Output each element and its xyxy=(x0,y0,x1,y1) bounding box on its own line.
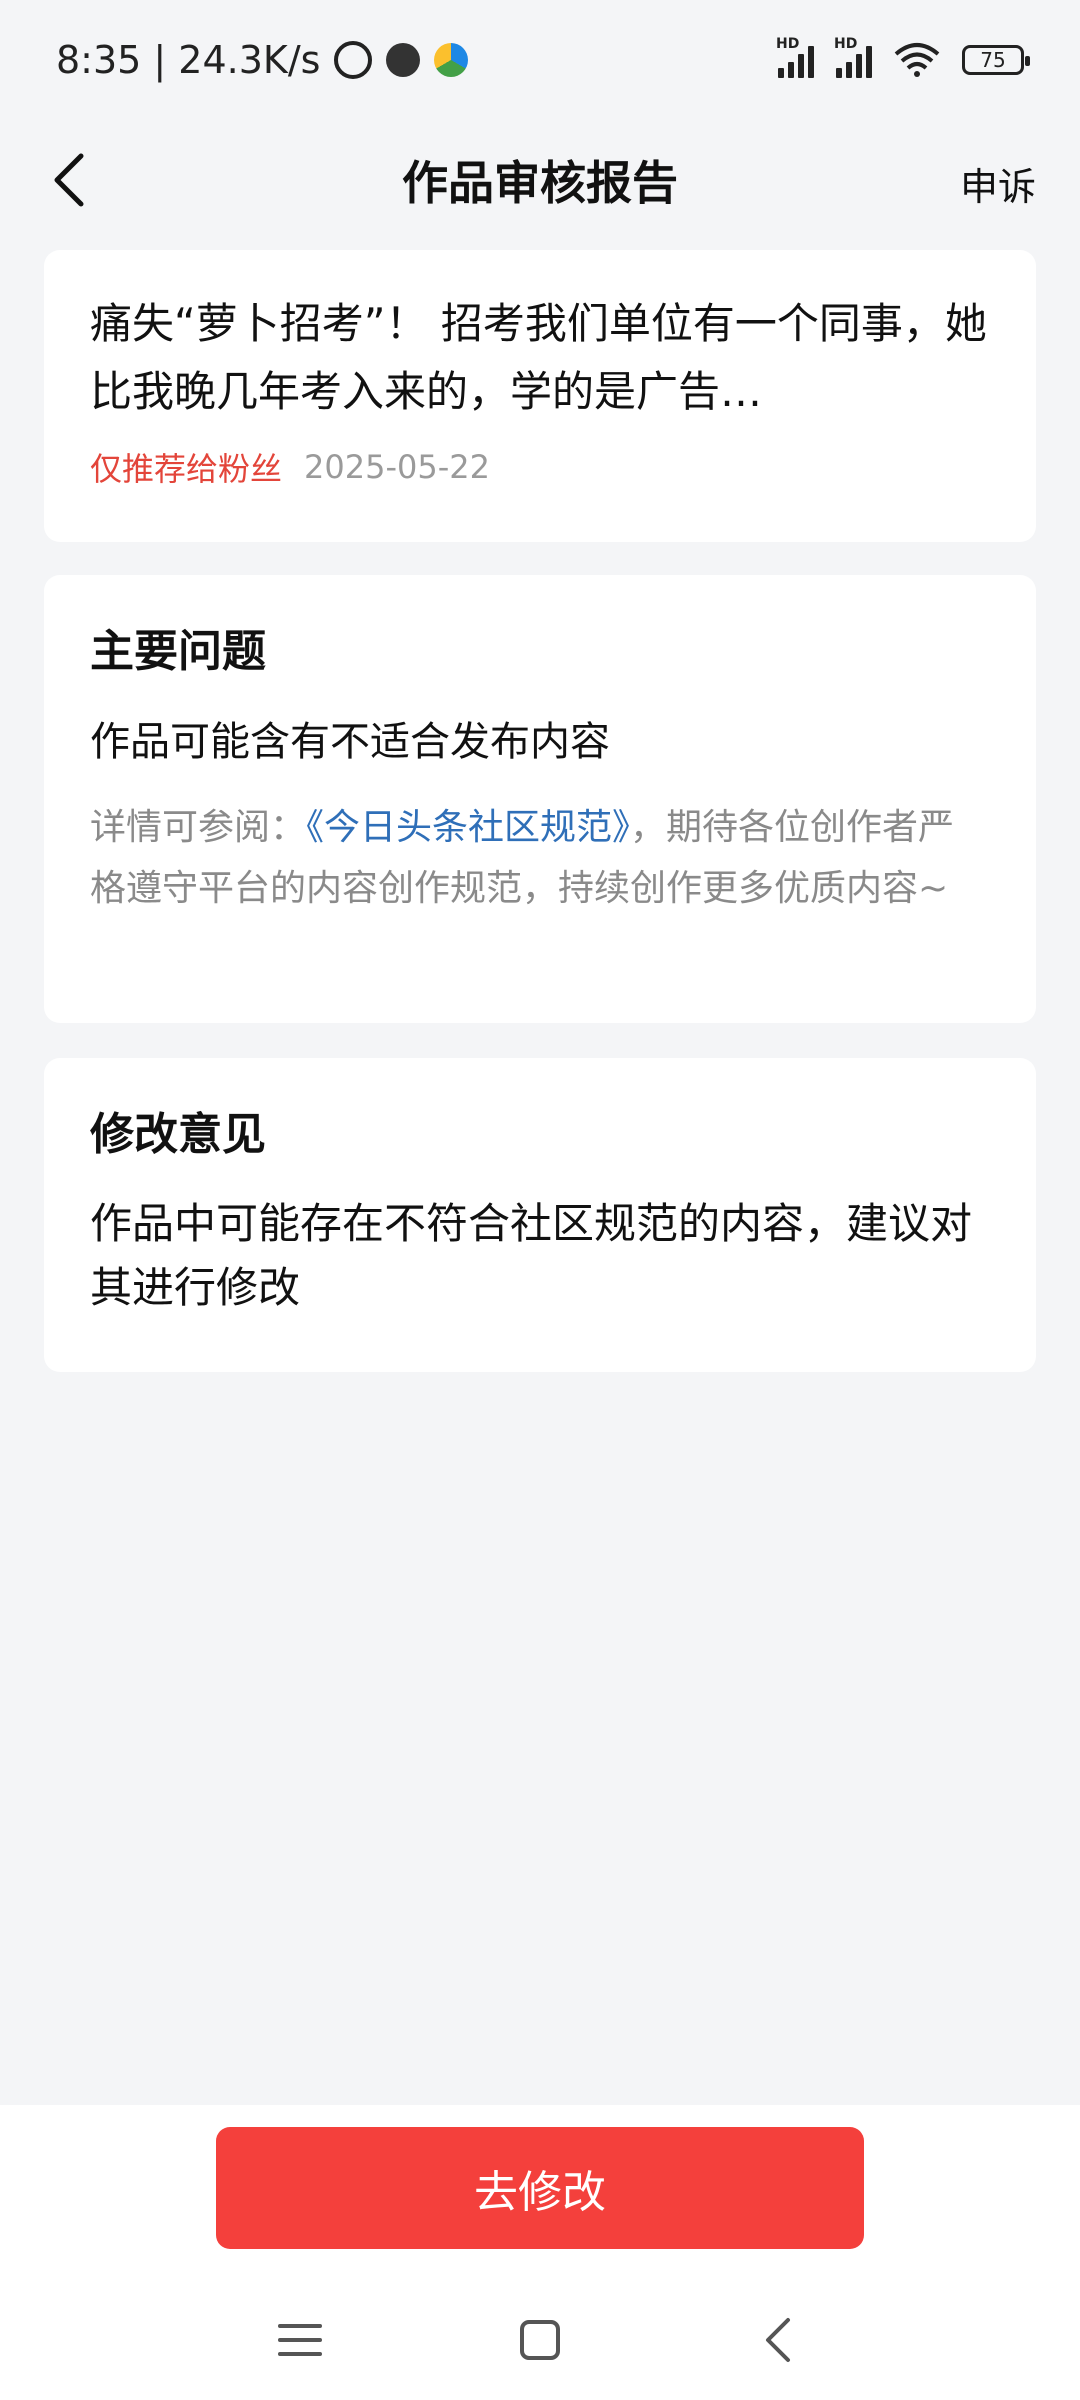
nav-home-button[interactable] xyxy=(510,2310,570,2370)
suggestion-text: 作品中可能存在不符合社区规范的内容，建议对其进行修改 xyxy=(90,1199,973,1312)
status-bar: 8:35 | 24.3K/s HD HD 75 xyxy=(0,0,1080,120)
chevron-left-icon xyxy=(54,153,84,207)
issue-description: 作品可能含有不适合发布内容 xyxy=(90,719,610,765)
hd-label-1: HD xyxy=(776,36,800,52)
article-card[interactable]: 痛失“萝卜招考”！ 招考我们单位有一个同事，她比我晚几年考入来的，学的是广告… … xyxy=(44,250,1036,542)
edit-button[interactable]: 去修改 xyxy=(216,2127,864,2249)
article-title: 痛失“萝卜招考”！ 招考我们单位有一个同事，她比我晚几年考入来的，学的是广告… xyxy=(90,299,987,416)
back-arrow-icon xyxy=(766,2318,790,2362)
home-square-icon xyxy=(520,2320,560,2360)
battery-icon: 75 xyxy=(962,45,1030,75)
article-date: 2025-05-22 xyxy=(304,448,490,486)
wifi-icon xyxy=(894,43,940,77)
status-right: HD HD 75 xyxy=(776,36,1030,78)
issue-detail-prefix: 详情可参阅： xyxy=(90,807,307,848)
battery-level: 75 xyxy=(980,48,1006,72)
system-nav-bar xyxy=(0,2295,1080,2385)
page-title: 作品审核报告 xyxy=(402,156,678,210)
bottom-bar: 去修改 xyxy=(0,2105,1080,2400)
alarm-icon xyxy=(334,41,373,79)
carrier-icon xyxy=(434,43,469,77)
status-left: 8:35 | 24.3K/s xyxy=(56,38,469,82)
community-rules-link[interactable]: 《今日头条社区规范》 xyxy=(306,807,630,848)
back-button[interactable] xyxy=(40,150,100,210)
nav-menu-button[interactable] xyxy=(270,2310,330,2370)
issue-heading: 主要问题 xyxy=(90,626,266,677)
header: 作品审核报告 申诉 xyxy=(0,120,1080,240)
menu-icon xyxy=(278,2324,322,2356)
signal-icon-1: HD xyxy=(776,36,814,78)
issue-card: 主要问题 作品可能含有不适合发布内容 详情可参阅：《今日头条社区规范》，期待各位… xyxy=(44,575,1036,1023)
nav-back-button[interactable] xyxy=(750,2310,810,2370)
appeal-button[interactable]: 申诉 xyxy=(960,156,1036,211)
status-time-speed: 8:35 | 24.3K/s xyxy=(56,38,321,82)
suggestion-heading: 修改意见 xyxy=(90,1109,266,1160)
signal-icon-2: HD xyxy=(834,36,872,78)
article-meta: 仅推荐给粉丝 2025-05-22 xyxy=(90,444,990,490)
hd-label-2: HD xyxy=(834,36,858,52)
issue-detail: 详情可参阅：《今日头条社区规范》，期待各位创作者严格遵守平台的内容创作规范，持续… xyxy=(90,797,990,919)
app-notification-icon xyxy=(386,43,421,77)
suggestion-card: 修改意见 作品中可能存在不符合社区规范的内容，建议对其进行修改 xyxy=(44,1058,1036,1372)
visibility-tag: 仅推荐给粉丝 xyxy=(90,450,283,488)
